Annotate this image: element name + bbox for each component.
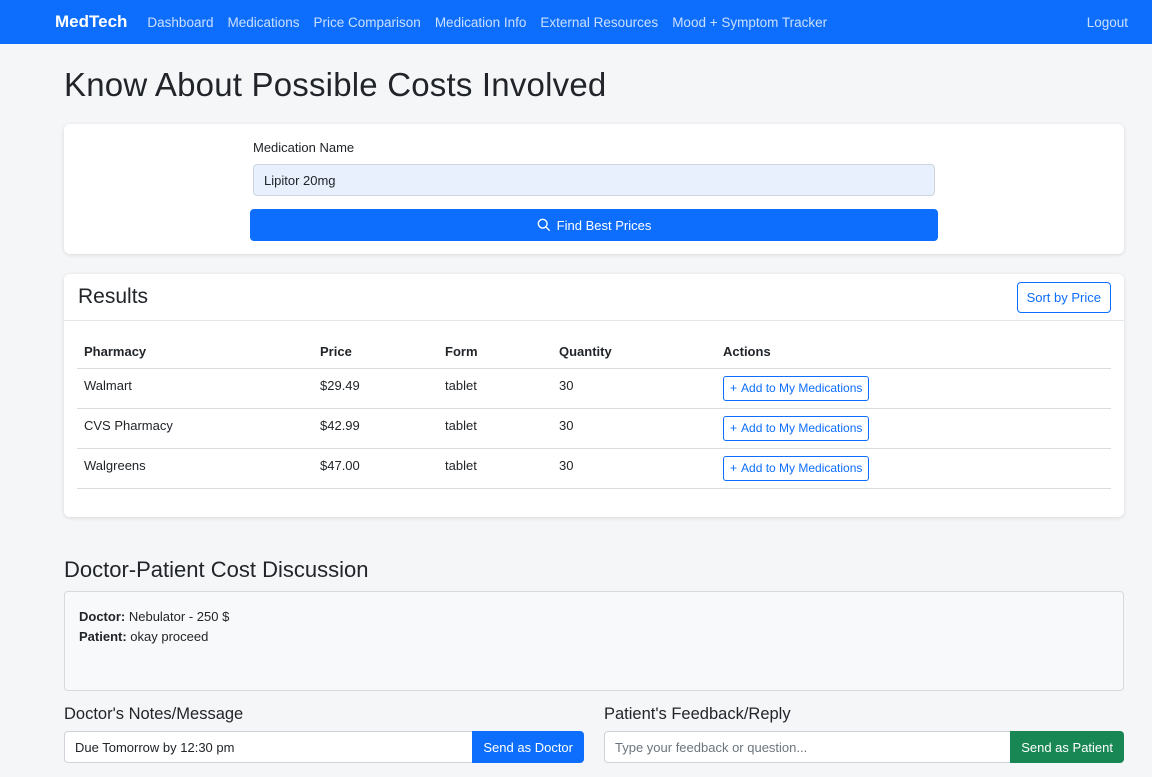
- plus-icon: +: [730, 461, 738, 475]
- add-button-label: Add to My Medications: [741, 421, 863, 435]
- cell-pharmacy: Walmart: [77, 368, 313, 409]
- cell-form: tablet: [438, 368, 552, 409]
- find-best-prices-button[interactable]: Find Best Prices: [250, 209, 938, 241]
- results-title: Results: [78, 285, 149, 308]
- table-header-row: Pharmacy Price Form Quantity Actions: [77, 336, 1111, 369]
- discussion-title: Doctor-Patient Cost Discussion: [64, 557, 369, 582]
- plus-icon: +: [730, 381, 738, 395]
- chat-role-doctor: Doctor:: [79, 609, 126, 624]
- send-as-doctor-button[interactable]: Send as Doctor: [472, 731, 584, 763]
- add-to-my-medications-button[interactable]: + Add to My Medications: [723, 415, 870, 441]
- search-icon: [537, 218, 550, 232]
- chat-message-doctor: Doctor: Nebulator - 250 $: [79, 607, 1109, 627]
- plus-icon: +: [730, 421, 738, 435]
- cell-form: tablet: [438, 448, 552, 489]
- cell-quantity: 30: [552, 448, 716, 489]
- column-header-price: Price: [313, 336, 438, 369]
- nav-link-price-comparison[interactable]: Price Comparison: [314, 15, 421, 30]
- search-card: Medication Name Lipitor 20mg Find Best P…: [64, 124, 1124, 254]
- doctor-notes-group: Due Tomorrow by 12:30 pm Send as Doctor: [64, 731, 584, 763]
- cell-pharmacy: CVS Pharmacy: [77, 408, 313, 449]
- doctor-notes-title: Doctor's Notes/Message: [64, 705, 244, 723]
- column-header-actions: Actions: [716, 336, 1111, 369]
- nav-links: Dashboard Medications Price Comparison M…: [147, 15, 841, 30]
- add-button-label: Add to My Medications: [741, 381, 863, 395]
- patient-feedback-group: Type your feedback or question... Send a…: [604, 731, 1124, 763]
- add-button-label: Add to My Medications: [741, 461, 863, 475]
- chat-text-patient: okay proceed: [130, 629, 209, 644]
- medication-name-input[interactable]: Lipitor 20mg: [253, 164, 935, 196]
- nav-link-mood-tracker[interactable]: Mood + Symptom Tracker: [672, 15, 827, 30]
- doctor-notes-input[interactable]: Due Tomorrow by 12:30 pm: [64, 731, 473, 763]
- send-as-patient-button[interactable]: Send as Patient: [1010, 731, 1124, 763]
- logout-link[interactable]: Logout: [1087, 15, 1128, 30]
- patient-feedback-title: Patient's Feedback/Reply: [604, 705, 791, 723]
- results-card: Results Sort by Price Pharmacy Price For…: [64, 274, 1124, 517]
- discussion-chat-box: Doctor: Nebulator - 250 $ Patient: okay …: [64, 591, 1124, 691]
- nav-link-external-resources[interactable]: External Resources: [540, 15, 658, 30]
- column-header-form: Form: [438, 336, 552, 369]
- page-title: Know About Possible Costs Involved: [64, 66, 607, 103]
- results-table: Pharmacy Price Form Quantity Actions Wal…: [77, 336, 1111, 489]
- brand-logo[interactable]: MedTech: [55, 12, 127, 32]
- cell-price: $42.99: [313, 408, 438, 449]
- doctor-notes-value: Due Tomorrow by 12:30 pm: [75, 739, 235, 755]
- medication-name-label: Medication Name: [253, 140, 355, 155]
- medication-name-value: Lipitor 20mg: [264, 172, 336, 188]
- cell-actions: + Add to My Medications: [716, 368, 1111, 409]
- table-row: Walmart $29.49 tablet 30 + Add to My Med…: [77, 368, 1111, 409]
- cell-form: tablet: [438, 408, 552, 449]
- results-header: Results Sort by Price: [64, 274, 1124, 321]
- add-to-my-medications-button[interactable]: + Add to My Medications: [723, 455, 870, 481]
- cell-quantity: 30: [552, 368, 716, 409]
- table-row: CVS Pharmacy $42.99 tablet 30 + Add to M…: [77, 408, 1111, 449]
- find-best-prices-label: Find Best Prices: [556, 217, 652, 233]
- chat-message-patient: Patient: okay proceed: [79, 627, 1109, 647]
- patient-feedback-placeholder: Type your feedback or question...: [615, 739, 808, 755]
- cell-actions: + Add to My Medications: [716, 448, 1111, 489]
- sort-by-price-button[interactable]: Sort by Price: [1016, 281, 1111, 313]
- nav-link-dashboard[interactable]: Dashboard: [147, 15, 213, 30]
- table-row: Walgreens $47.00 tablet 30 + Add to My M…: [77, 448, 1111, 489]
- cell-pharmacy: Walgreens: [77, 448, 313, 489]
- column-header-pharmacy: Pharmacy: [77, 336, 313, 369]
- chat-text-doctor: Nebulator - 250 $: [128, 609, 230, 624]
- cell-price: $29.49: [313, 368, 438, 409]
- patient-feedback-input[interactable]: Type your feedback or question...: [604, 731, 1011, 763]
- navbar: MedTech Dashboard Medications Price Comp…: [0, 0, 1152, 44]
- cell-quantity: 30: [552, 408, 716, 449]
- nav-link-medication-info[interactable]: Medication Info: [435, 15, 527, 30]
- cell-actions: + Add to My Medications: [716, 408, 1111, 449]
- cell-price: $47.00: [313, 448, 438, 489]
- chat-role-patient: Patient:: [79, 629, 127, 644]
- column-header-quantity: Quantity: [552, 336, 716, 369]
- add-to-my-medications-button[interactable]: + Add to My Medications: [723, 375, 870, 401]
- nav-link-medications[interactable]: Medications: [227, 15, 299, 30]
